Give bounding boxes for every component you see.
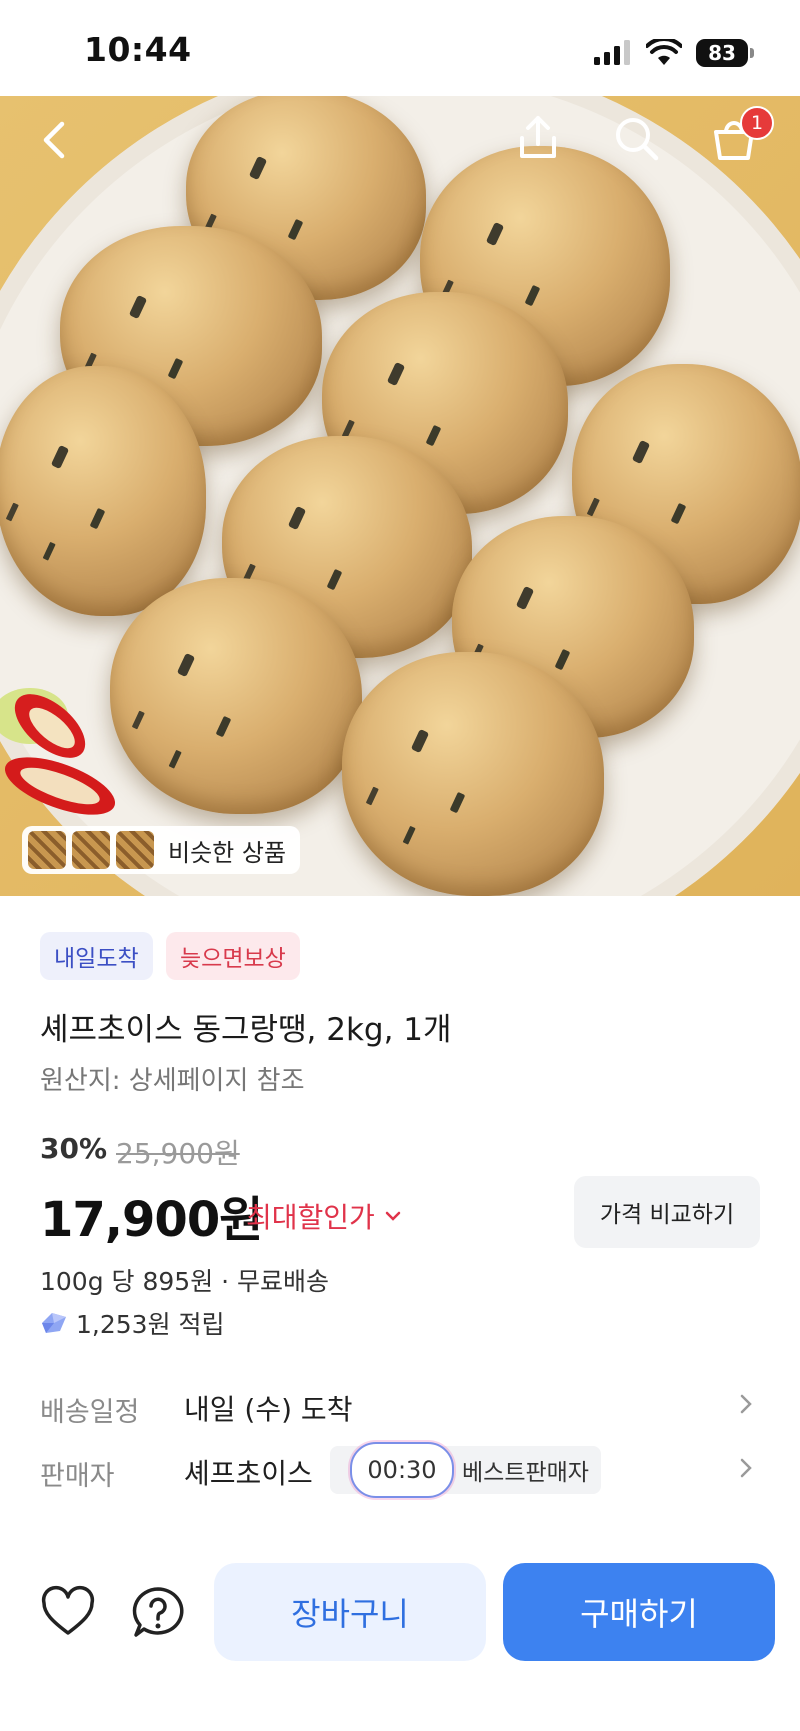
clock: 10:44 <box>84 30 192 69</box>
unit-price-shipping: 100g 당 895원 · 무료배송 <box>40 1267 330 1296</box>
discount-rate: 30% <box>40 1132 108 1165</box>
best-seller-text: 베스트판매자 <box>462 1460 589 1486</box>
cart-count-badge: 1 <box>740 106 774 140</box>
heart-icon[interactable] <box>40 1585 96 1641</box>
product-image[interactable] <box>0 96 800 896</box>
signal-icon <box>594 40 630 65</box>
search-icon[interactable] <box>612 114 660 162</box>
chevron-right-icon[interactable] <box>734 1392 758 1416</box>
similar-thumb <box>28 831 66 869</box>
points-icon <box>42 1313 66 1333</box>
max-discount-label: 최대할인가 <box>246 1201 375 1234</box>
sale-price: 17,900원 <box>40 1192 263 1248</box>
status-icons: 83 <box>592 36 754 70</box>
product-origin: 원산지: 상세페이지 참조 <box>40 1066 305 1096</box>
wifi-icon <box>646 39 682 65</box>
patty <box>0 366 206 616</box>
original-price: 25,900원 <box>116 1137 240 1170</box>
buy-now-button[interactable]: 구매하기 <box>503 1563 775 1661</box>
seller-name[interactable]: 셰프초이스 <box>184 1452 313 1492</box>
question-icon[interactable] <box>130 1585 186 1641</box>
back-icon[interactable] <box>34 118 78 162</box>
similar-thumb <box>72 831 110 869</box>
max-discount-dropdown[interactable]: 최대할인가 <box>246 1196 403 1236</box>
similar-label: 비슷한 상품 <box>168 838 287 867</box>
similar-products-button[interactable]: 비슷한 상품 <box>22 826 301 874</box>
shipping-value[interactable]: 내일 (수) 도착 <box>184 1388 352 1428</box>
patty <box>342 652 604 896</box>
chili-garnish <box>0 688 116 815</box>
add-to-cart-button[interactable]: 장바구니 <box>214 1563 486 1661</box>
seller-label: 판매자 <box>40 1461 115 1492</box>
reward-points: 1,253원 적립 <box>40 1305 225 1341</box>
share-icon[interactable] <box>514 114 562 162</box>
shipping-label: 배송일정 <box>40 1397 140 1428</box>
compare-price-button[interactable]: 가격 비교하기 <box>574 1176 760 1248</box>
chevron-right-icon[interactable] <box>734 1456 758 1480</box>
patty <box>110 578 362 814</box>
late-compensation-tag: 늦으면보상 <box>166 932 300 980</box>
points-text: 1,253원 적립 <box>76 1310 225 1339</box>
similar-thumb <box>116 831 154 869</box>
chevron-down-icon <box>385 1211 401 1221</box>
recording-timer: 00:30 <box>350 1442 454 1498</box>
tomorrow-delivery-tag: 내일도착 <box>40 932 153 980</box>
product-title: 셰프초이스 동그랑땡, 2kg, 1개 <box>40 1012 452 1048</box>
battery-indicator: 83 <box>696 39 754 67</box>
status-bar: 10:44 83 <box>0 0 800 96</box>
